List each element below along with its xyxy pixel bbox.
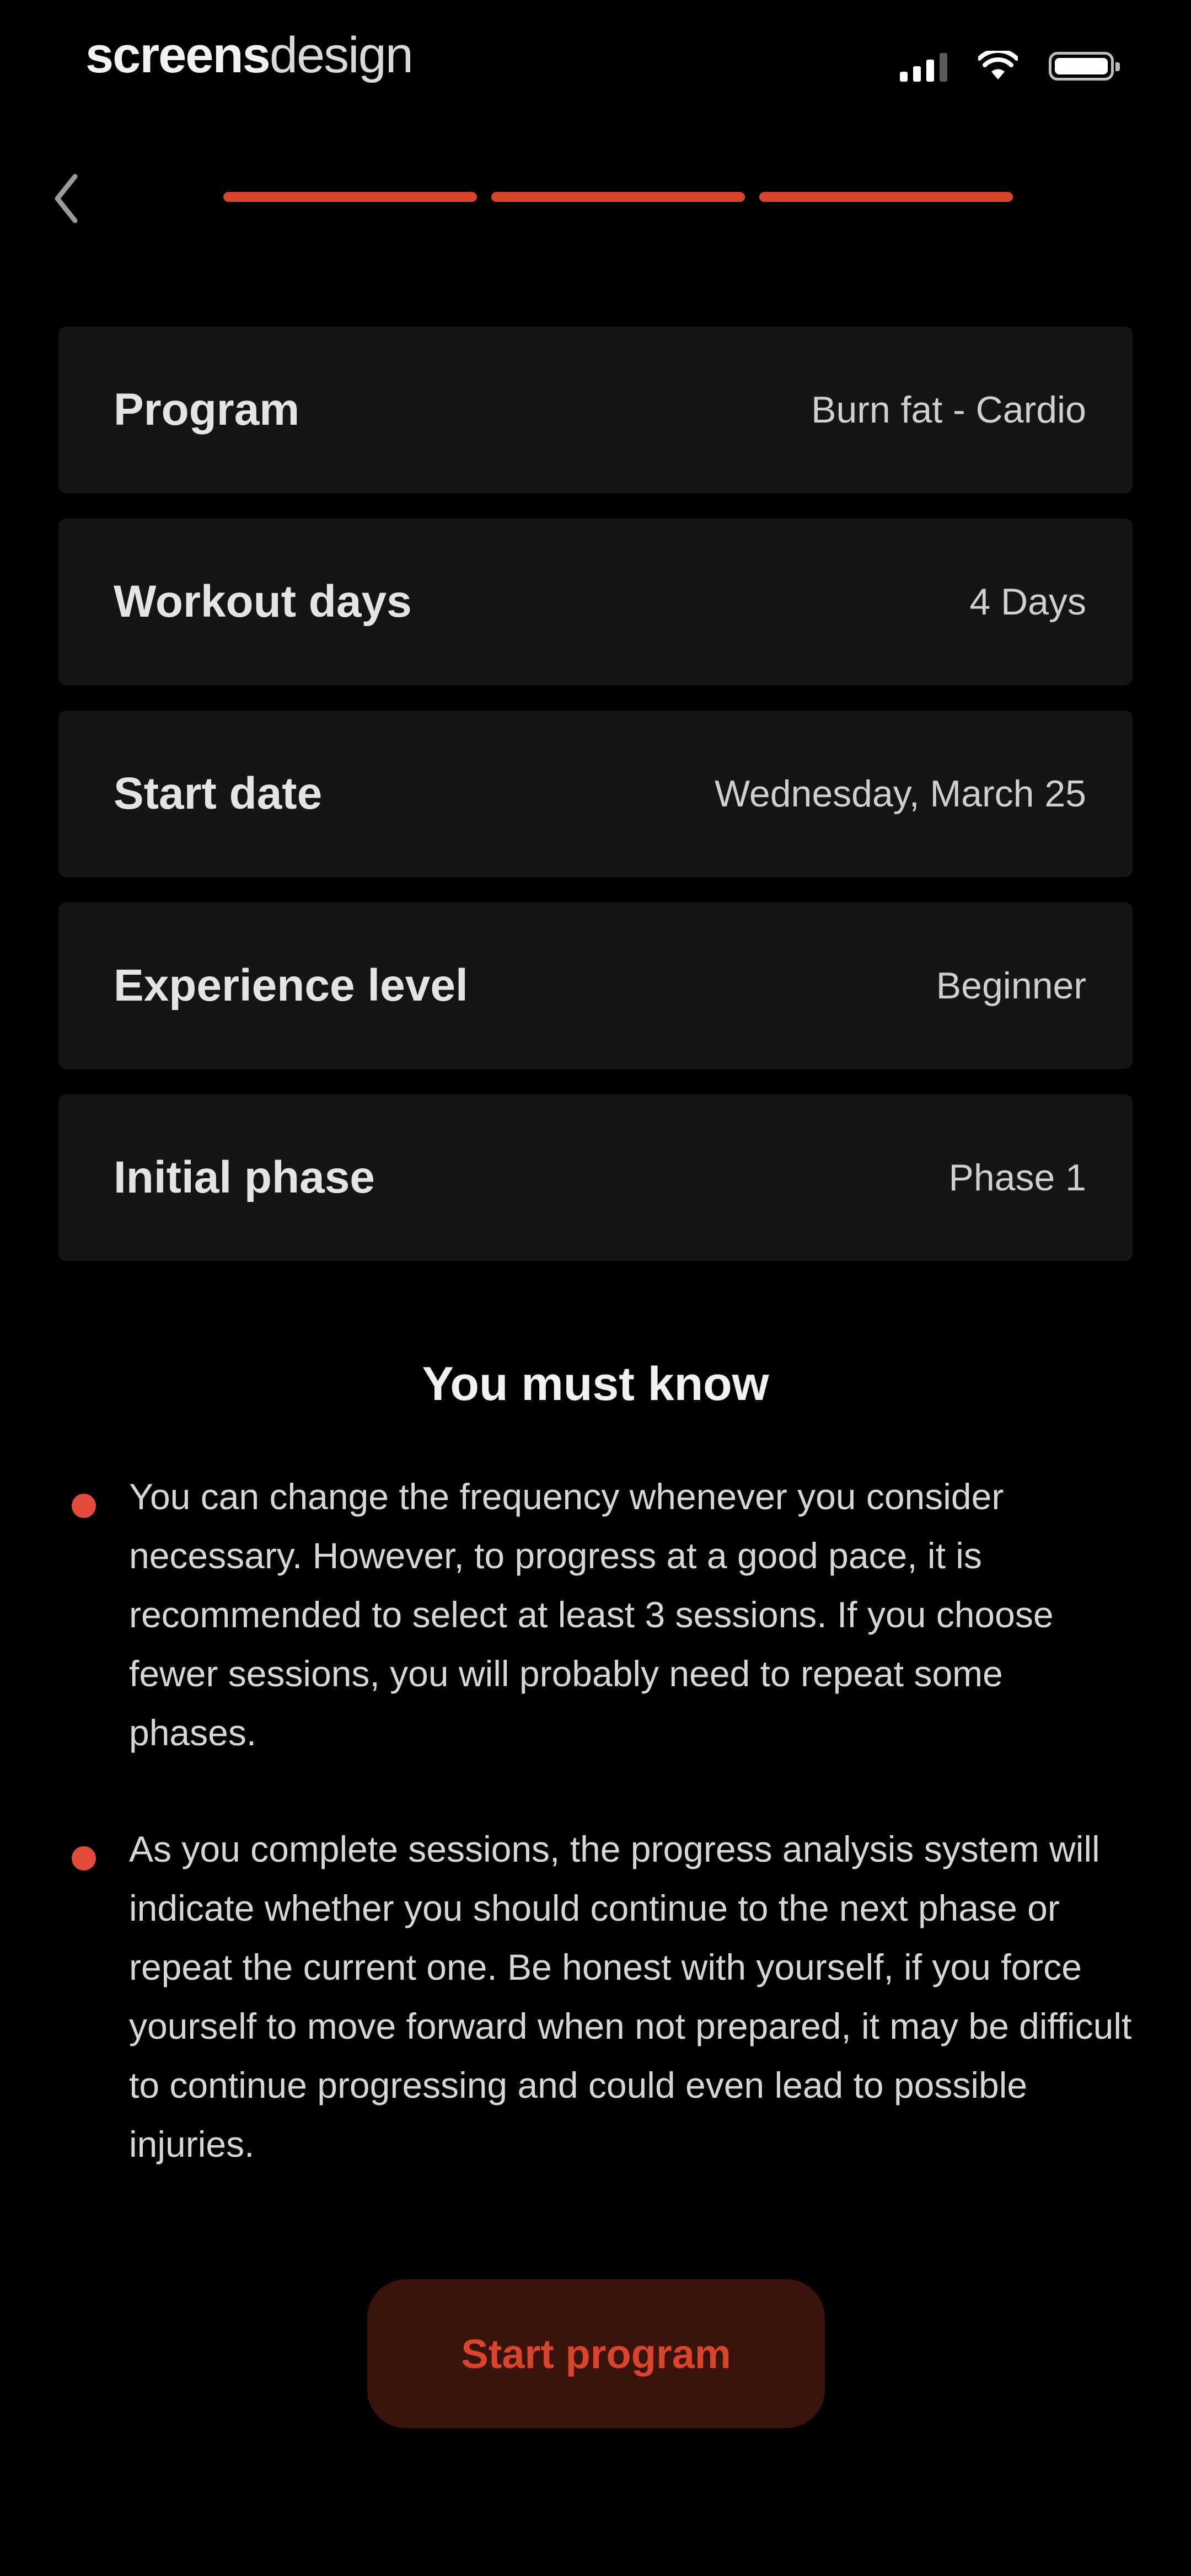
summary-row-program[interactable]: Program Burn fat - Cardio <box>58 327 1133 493</box>
brand-logo-regular: design <box>269 27 414 83</box>
summary-row-experience-level[interactable]: Experience level Beginner <box>58 902 1133 1069</box>
note-item: As you complete sessions, the progress a… <box>72 1820 1136 2174</box>
wifi-icon <box>978 51 1018 82</box>
progress-step <box>759 192 1013 202</box>
summary-row-value: Wednesday, March 25 <box>714 773 1086 815</box>
summary-row-value: Phase 1 <box>948 1157 1086 1199</box>
chevron-left-icon <box>55 174 78 223</box>
back-button[interactable] <box>39 165 94 232</box>
status-icons <box>900 44 1120 88</box>
summary-row-label: Workout days <box>114 576 412 627</box>
program-summary-list: Program Burn fat - Cardio Workout days 4… <box>58 327 1133 1286</box>
battery-level <box>1055 58 1108 74</box>
progress-step <box>491 192 745 202</box>
note-text: As you complete sessions, the progress a… <box>129 1829 1132 2165</box>
summary-row-value: 4 Days <box>969 581 1086 623</box>
bullet-dot-icon <box>72 1846 96 1870</box>
step-progress-indicator <box>223 192 1013 202</box>
note-text: You can change the frequency whenever yo… <box>129 1476 1054 1753</box>
brand-logo: screensdesign <box>85 22 414 88</box>
summary-row-label: Program <box>114 384 300 435</box>
summary-row-initial-phase[interactable]: Initial phase Phase 1 <box>58 1094 1133 1261</box>
note-item: You can change the frequency whenever yo… <box>72 1467 1136 1762</box>
cellular-signal-icon <box>900 51 947 82</box>
progress-step <box>223 192 477 202</box>
summary-row-label: Experience level <box>114 960 468 1011</box>
bullet-dot-icon <box>72 1494 96 1518</box>
section-title-you-must-know: You must know <box>422 1358 769 1410</box>
summary-row-start-date[interactable]: Start date Wednesday, March 25 <box>58 710 1133 877</box>
brand-logo-bold: screens <box>85 27 271 83</box>
summary-row-value: Burn fat - Cardio <box>811 389 1086 431</box>
summary-row-label: Initial phase <box>114 1152 375 1203</box>
battery-icon <box>1049 52 1120 81</box>
start-program-button[interactable]: Start program <box>367 2279 825 2428</box>
status-bar: screensdesign <box>0 0 1191 127</box>
summary-row-workout-days[interactable]: Workout days 4 Days <box>58 519 1133 685</box>
summary-row-label: Start date <box>114 768 323 819</box>
summary-row-value: Beginner <box>936 965 1086 1007</box>
you-must-know-notes: You can change the frequency whenever yo… <box>72 1467 1136 2231</box>
